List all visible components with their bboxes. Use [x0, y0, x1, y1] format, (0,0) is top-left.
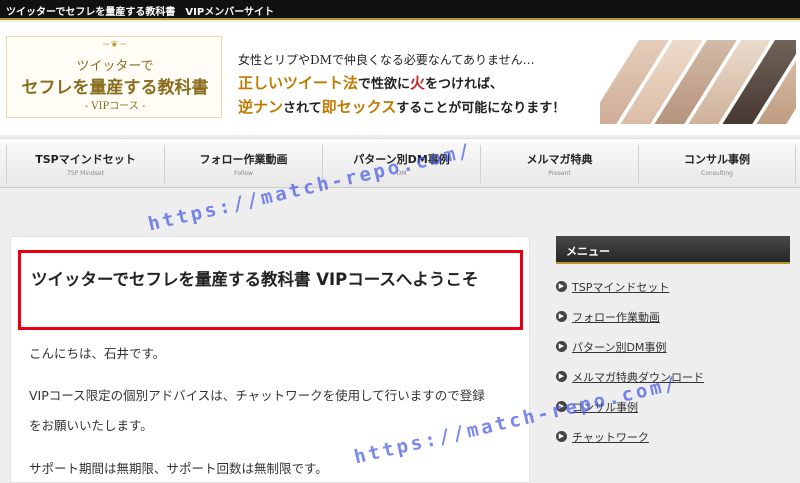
nav-sublabel: Follow	[234, 170, 253, 177]
sidebar-item-label: パターン別DM事例	[572, 341, 667, 354]
chevron-right-icon: ▶	[556, 341, 567, 352]
catch-highlight: 即セックス	[321, 98, 397, 116]
sidebar-heading: メニュー	[556, 236, 790, 264]
catch-text: されて	[283, 101, 322, 116]
post-paragraph: こんにちは、石井です。	[29, 346, 166, 361]
catch-text: することが可能になります！	[396, 101, 566, 116]
logo-line-2: セフレを量産する教科書	[21, 78, 209, 98]
logo-line-1: ツイッターで	[76, 59, 154, 74]
sidebar: メニュー ▶ TSPマインドセット ▶ フォロー作業動画 ▶ パターン別DM事例…	[556, 236, 790, 483]
nav-item-consulting[interactable]: コンサル事例 Consulting	[638, 145, 796, 183]
sidebar-item-label: フォロー作業動画	[572, 311, 660, 324]
catchcopy-line-2: 正しいツイート法で性欲に火をつければ、	[238, 72, 503, 93]
chevron-right-icon: ▶	[556, 311, 567, 322]
site-title: ツイッターでセフレを量産する教科書 VIPメンバーサイト	[6, 7, 274, 18]
chevron-right-icon: ▶	[556, 371, 567, 382]
nav-item-follow[interactable]: フォロー作業動画 Follow	[164, 145, 322, 183]
logo-line-3: - VIPコース -	[84, 101, 146, 112]
nav-sublabel: TSP Mindset	[67, 170, 104, 177]
chevron-right-icon: ▶	[556, 431, 567, 442]
header: ~❦~ ツイッターで セフレを量産する教科書 - VIPコース - 女性とリプや…	[0, 22, 800, 135]
post-paragraph: サポート期間は無期限、サポート回数は無制限です。	[29, 461, 328, 476]
nav-label: メルマガ特典	[526, 153, 593, 166]
nav-item-tsp-mindset[interactable]: TSPマインドセット TSP Mindset	[6, 145, 164, 183]
header-banner-image	[600, 40, 796, 124]
catch-text: で性欲に	[358, 77, 411, 92]
catch-text: をつければ、	[425, 77, 504, 92]
post-paragraph: をお願いいたします。	[29, 418, 153, 433]
logo-ornament-top: ~❦~	[102, 40, 128, 50]
top-bar: ツイッターでセフレを量産する教科書 VIPメンバーサイト	[0, 0, 800, 20]
nav-label: TSPマインドセット	[35, 153, 136, 166]
nav-label: コンサル事例	[684, 153, 750, 166]
nav-sublabel: Consulting	[701, 170, 733, 177]
nav-item-present[interactable]: メルマガ特典 Present	[480, 145, 638, 183]
post-title: ツイッターでセフレを量産する教科書 VIPコースへようこそ	[31, 270, 479, 289]
catchcopy-line-1: 女性とリプやDMで仲良くなる必要なんてありません…	[238, 53, 535, 67]
catchcopy-line-3: 逆ナンされて即セックスすることが可能になります！	[238, 96, 565, 117]
sidebar-heading-label: メニュー	[566, 245, 610, 258]
catch-highlight: 逆ナン	[238, 98, 284, 116]
highlight-box: ツイッターでセフレを量産する教科書 VIPコースへようこそ	[18, 250, 523, 330]
nav-sublabel: Present	[548, 170, 571, 177]
catch-highlight: 正しいツイート法	[238, 74, 359, 92]
site-logo[interactable]: ~❦~ ツイッターで セフレを量産する教科書 - VIPコース -	[6, 36, 222, 118]
chevron-right-icon: ▶	[556, 281, 567, 292]
sidebar-item-label: TSPマインドセット	[572, 281, 670, 294]
sidebar-item-label: チャットワーク	[572, 431, 649, 444]
catch-highlight-red: 火	[410, 74, 426, 92]
nav-label: フォロー作業動画	[199, 153, 288, 166]
post-paragraph: VIPコース限定の個別アドバイスは、チャットワークを使用して行いますので登録	[29, 388, 485, 403]
